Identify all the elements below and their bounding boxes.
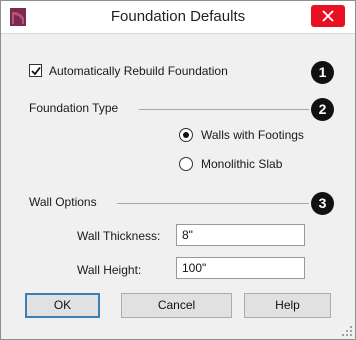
dialog-window: Foundation Defaults Automatically Rebuil…	[0, 0, 356, 340]
ok-button[interactable]: OK	[25, 293, 100, 318]
wall-height-label: Wall Height:	[77, 263, 142, 277]
wall-thickness-input[interactable]	[176, 224, 305, 246]
wall-options-divider	[117, 203, 309, 204]
foundation-type-divider	[139, 109, 309, 110]
close-icon	[322, 10, 334, 22]
monolithic-slab-label[interactable]: Monolithic Slab	[201, 157, 282, 171]
callout-badge-3: 3	[311, 192, 334, 215]
walls-with-footings-label[interactable]: Walls with Footings	[201, 128, 304, 142]
resize-grip-icon[interactable]	[342, 326, 352, 336]
wall-options-heading: Wall Options	[29, 195, 97, 209]
radio-walls-with-footings[interactable]	[179, 128, 193, 142]
checkmark-icon	[31, 66, 41, 76]
help-button[interactable]: Help	[244, 293, 331, 318]
callout-badge-1: 1	[311, 61, 334, 84]
title-bar[interactable]: Foundation Defaults	[1, 1, 355, 34]
wall-height-input[interactable]	[176, 257, 305, 279]
wall-thickness-label: Wall Thickness:	[77, 229, 161, 243]
foundation-type-heading: Foundation Type	[29, 101, 119, 115]
radio-selected-dot	[183, 132, 189, 138]
window-title: Foundation Defaults	[110, 8, 246, 25]
cancel-button[interactable]: Cancel	[121, 293, 232, 318]
auto-rebuild-checkbox[interactable]	[29, 64, 42, 77]
radio-monolithic-slab[interactable]	[179, 157, 193, 171]
auto-rebuild-label[interactable]: Automatically Rebuild Foundation	[49, 64, 228, 78]
callout-badge-2: 2	[311, 98, 334, 121]
close-button[interactable]	[311, 5, 345, 27]
